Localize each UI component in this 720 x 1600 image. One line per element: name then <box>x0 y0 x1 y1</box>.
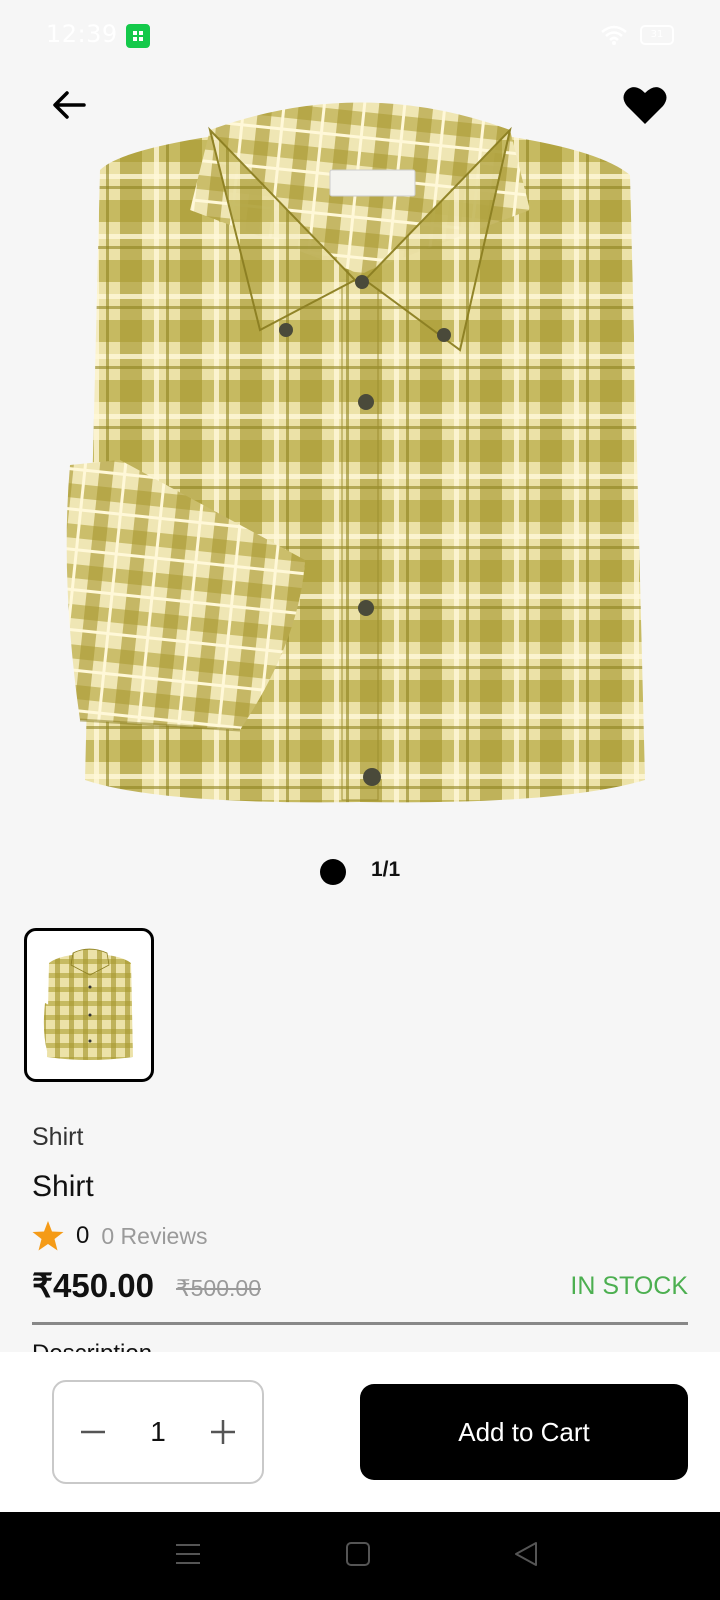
product-title: Shirt <box>32 1170 94 1203</box>
status-time: 12:39 <box>46 20 118 48</box>
rating-value: 0 <box>76 1222 90 1249</box>
increment-button[interactable] <box>201 1410 245 1454</box>
quantity-stepper: 1 <box>52 1380 264 1484</box>
status-bar: 12:39 31 <box>0 0 720 72</box>
menu-icon <box>176 1544 200 1564</box>
wifi-icon <box>601 25 627 45</box>
bottom-action-bar: 1 Add to Cart <box>0 1352 720 1512</box>
quantity-value: 1 <box>150 1416 166 1447</box>
app-notification-icon <box>126 24 150 48</box>
plus-icon <box>210 1420 235 1444</box>
star-icon <box>32 1221 64 1251</box>
rating-row[interactable]: 0 0 Reviews <box>32 1219 207 1253</box>
heart-icon <box>623 87 667 124</box>
favorite-button[interactable] <box>620 80 670 130</box>
reviews-count[interactable]: 0 Reviews <box>101 1223 207 1250</box>
square-icon <box>346 1542 370 1566</box>
back-button[interactable] <box>44 80 94 130</box>
home-button[interactable] <box>344 1540 376 1572</box>
thumbnail-selected[interactable] <box>24 928 154 1082</box>
shirt-illustration <box>66 102 645 803</box>
minus-icon <box>81 1430 106 1434</box>
product-image[interactable] <box>60 80 660 820</box>
stock-status: IN STOCK <box>570 1272 688 1300</box>
arrow-left-icon <box>53 91 86 119</box>
thumbnail-shirt-image <box>43 948 133 1060</box>
image-pager: 1/1 <box>0 856 720 886</box>
pager-counter: 1/1 <box>371 858 401 881</box>
recent-apps-button[interactable] <box>174 1540 206 1572</box>
divider <box>32 1322 688 1325</box>
system-navigation-bar <box>0 1512 720 1600</box>
decrement-button[interactable] <box>71 1410 115 1454</box>
system-back-button[interactable] <box>512 1540 544 1572</box>
status-icons: 31 <box>600 24 674 46</box>
product-price: ₹450.00 <box>32 1267 154 1304</box>
original-price: ₹500.00 <box>176 1275 261 1301</box>
battery-icon: 31 <box>640 25 674 45</box>
add-to-cart-button[interactable]: Add to Cart <box>360 1384 688 1480</box>
pager-dot-active[interactable] <box>320 859 346 885</box>
triangle-back-icon <box>515 1542 537 1566</box>
product-category: Shirt <box>32 1123 84 1151</box>
